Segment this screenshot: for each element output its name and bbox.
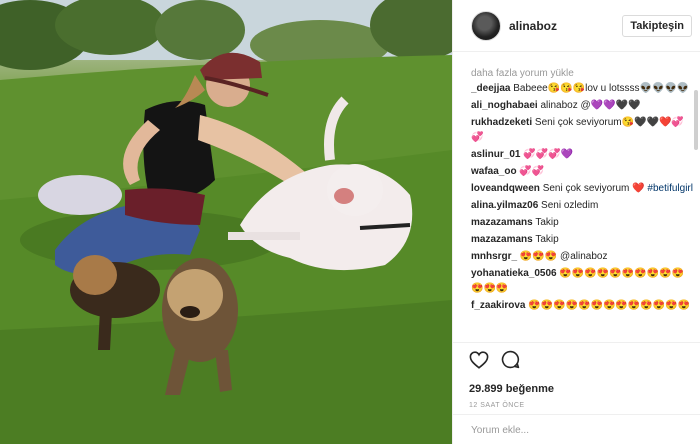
comment-item: yohanatieka_0506 😍😍😍😍😍😍😍😍😍😍😍😍😍 [471,266,693,296]
comments-scrollbar[interactable] [694,60,698,342]
comment-item: rukhadzeketi Seni çok seviyorum😘🖤🖤❤️💞💞 [471,115,693,145]
comment-username[interactable]: _deejjaa [471,83,510,94]
comment-item: loveandqween Seni çok seviyorum ❤️ #beti… [471,181,693,196]
comments-list: daha fazla yorum yükle _deejjaa Babeee😘😘… [471,60,693,342]
post-photo [0,0,452,444]
load-more-comments-link[interactable]: daha fazla yorum yükle [471,68,693,79]
comment-username[interactable]: mazazamans [471,217,533,228]
following-button[interactable]: Takipteşin [622,14,692,37]
post-timestamp: 12 SAAT ÖNCE [469,402,525,409]
comment-item: mazazamans Takip [471,232,693,247]
comment-username[interactable]: mazazamans [471,234,533,245]
heart-icon[interactable] [469,350,489,374]
comment-username[interactable]: ali_noghabaei [471,100,538,111]
comment-text: 😍😍😍😍😍😍😍😍😍😍😍😍😍 [528,300,691,311]
comment-username[interactable]: wafaa_oo [471,166,517,177]
comment-text: 💞💞 [519,166,545,177]
comment-username[interactable]: alina.yilmaz06 [471,200,538,211]
comment-item: aslinur_01 💞💞💞💜 [471,147,693,162]
comment-item: ali_noghabaei alinaboz @💜💜🖤🖤 [471,98,693,113]
post-actions: 29.899 beğenme 12 SAAT ÖNCE [453,342,700,409]
post-header: alinaboz Takipteşin [453,0,700,52]
comment-text: Takip [535,217,559,228]
likes-count[interactable]: 29.899 beğenme [469,383,685,395]
comment-text: Takip [535,234,559,245]
comment-text: 😍😍😍 @alinaboz [519,251,608,262]
avatar[interactable] [471,10,501,41]
comment-item: wafaa_oo 💞💞 [471,164,693,179]
comment-text: alinaboz @💜💜🖤🖤 [540,100,641,111]
comment-username[interactable]: f_zaakirova [471,300,525,311]
comment-text: Seni çok seviyorum ❤️ [542,183,645,194]
photo-illustration [0,0,452,444]
add-comment-input[interactable]: Yorum ekle... [453,414,700,444]
comment-item: alina.yilmaz06 Seni ozledim [471,198,693,213]
comment-text: Seni ozledim [541,200,599,211]
comment-username[interactable]: aslinur_01 [471,149,520,160]
comment-username[interactable]: rukhadzeketi [471,117,532,128]
post-username[interactable]: alinaboz [509,19,622,33]
comment-item: f_zaakirova 😍😍😍😍😍😍😍😍😍😍😍😍😍 [471,298,693,313]
post-side-panel: alinaboz Takipteşin daha fazla yorum yük… [452,0,700,444]
action-icons-row [469,350,685,374]
comment-item: mazazamans Takip [471,215,693,230]
comment-text: Babeee😘😘😘lov u lotssss👽👽👽👽 [513,83,690,94]
scrollbar-thumb[interactable] [694,90,698,150]
comment-bubble-icon[interactable] [501,350,520,374]
comment-text: 💞💞💞💜 [523,149,574,160]
comment-item: _deejjaa Babeee😘😘😘lov u lotssss👽👽👽👽 [471,81,693,96]
comment-item: mnhsrgr_ 😍😍😍 @alinaboz [471,249,693,264]
comment-username[interactable]: yohanatieka_0506 [471,268,557,279]
comment-username[interactable]: mnhsrgr_ [471,251,517,262]
comment-username[interactable]: loveandqween [471,183,540,194]
comment-hashtag-link[interactable]: #betifulgirl [647,183,693,194]
